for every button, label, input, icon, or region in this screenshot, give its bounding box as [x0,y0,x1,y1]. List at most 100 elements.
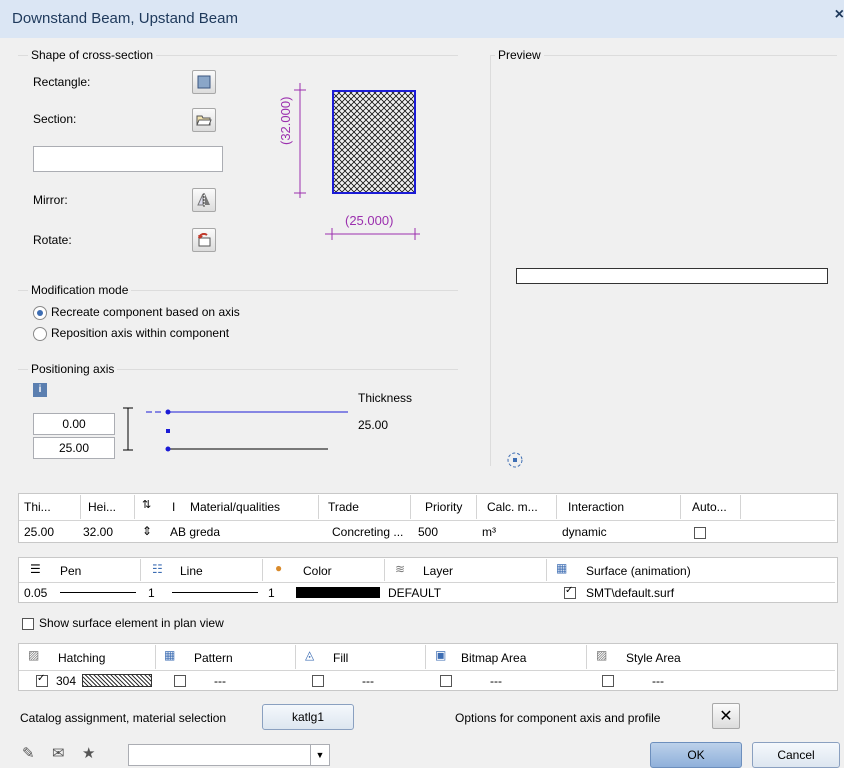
line-sample [172,592,258,593]
col-priority[interactable]: Priority [425,500,462,514]
surface-checkbox[interactable] [564,585,576,599]
fill-icon: ◬ [305,648,315,662]
col-thickness[interactable]: Thi... [24,500,51,514]
pen-line [60,592,136,593]
window-title: Downstand Beam, Upstand Beam [12,10,238,27]
catalog-button[interactable]: katlg1 [262,704,354,730]
axis-diagram [123,407,348,452]
col-pattern[interactable]: Pattern [194,651,233,665]
cell-style-area[interactable]: --- [652,674,664,688]
modification-group [18,290,458,351]
col-bitmap[interactable]: Bitmap Area [461,651,526,665]
cell-thickness[interactable]: 25.00 [24,525,54,539]
radio-recreate-label: Recreate component based on axis [51,305,240,319]
tools-icon: ✕ [719,708,733,725]
mirror-icon [197,193,210,207]
cell-surface[interactable]: SMT\default.surf [586,586,674,600]
options-button[interactable]: ✕ [712,703,740,729]
section-field[interactable] [33,146,223,172]
pattern-checkbox[interactable] [174,673,186,687]
col-interaction[interactable]: Interaction [568,500,624,514]
col-auto[interactable]: Auto... [692,500,727,514]
catalog-label: Catalog assignment, material selection [20,711,227,725]
axis-bottom-field[interactable]: 25.00 [33,437,115,459]
cell-bitmap[interactable]: --- [490,674,502,688]
rotate-icon [198,233,211,247]
mirror-button[interactable] [192,188,216,212]
options-label: Options for component axis and profile [455,711,661,725]
radio-reposition-label: Reposition axis within component [51,326,230,340]
col-pen[interactable]: Pen [60,564,81,578]
col-color[interactable]: Color [303,564,332,578]
col-trade[interactable]: Trade [328,500,359,514]
fill-checkbox[interactable] [312,673,324,687]
color-swatch [296,587,380,598]
cell-fill[interactable]: --- [362,674,374,688]
cell-pattern[interactable]: --- [214,674,226,688]
style-area-icon: ▨ [596,648,608,662]
cell-color[interactable]: 1 [268,586,275,600]
cell-interaction[interactable]: dynamic [562,525,607,539]
save-favorite-icon[interactable]: ★ [82,744,95,762]
info-icon[interactable]: i [33,383,47,397]
style-area-checkbox[interactable] [602,673,614,687]
hatching-checkbox[interactable] [36,673,48,687]
cancel-button[interactable]: Cancel [752,742,840,768]
col-style-area[interactable]: Style Area [626,651,681,665]
col-hatching[interactable]: Hatching [58,651,105,665]
section-open-button[interactable] [192,108,216,132]
col-surface[interactable]: Surface (animation) [586,564,691,578]
shape-legend: Shape of cross-section [28,48,157,62]
positioning-legend: Positioning axis [28,362,118,376]
cell-line[interactable]: 1 [148,586,155,600]
rectangle-label: Rectangle: [33,75,91,89]
show-surface-checkbox[interactable] [22,616,34,630]
cell-height[interactable]: 32.00 [83,525,113,539]
favorites-dropdown[interactable]: ▼ [128,744,330,766]
eyedropper-icon[interactable]: ✎ [22,744,35,762]
pattern-icon: ▦ [164,648,176,662]
col-material[interactable]: Material/qualities [190,500,280,514]
rectangle-button[interactable] [192,70,216,94]
cell-trade[interactable]: Concreting ... [332,525,403,539]
axis-pos-icon[interactable]: ⇕ [142,524,152,538]
close-icon[interactable]: × [835,6,844,24]
cell-priority[interactable]: 500 [418,525,438,539]
cell-hatching[interactable]: 304 [56,674,76,688]
cell-calc[interactable]: m³ [482,525,496,539]
cell-layer[interactable]: DEFAULT [388,586,441,600]
axis-top-field[interactable]: 0.00 [33,413,115,435]
chevron-down-icon[interactable]: ▼ [310,745,329,765]
cell-pen[interactable]: 0.05 [24,586,47,600]
ok-button[interactable]: OK [650,742,742,768]
preview-beam [516,268,828,284]
col-i[interactable]: I [172,500,175,514]
section-label: Section: [33,112,77,126]
radio-reposition[interactable] [33,327,47,341]
radio-recreate[interactable] [33,306,47,320]
axis-align-icon[interactable]: ⇅ [142,498,151,511]
show-surface-label: Show surface element in plan view [39,616,224,630]
mirror-label: Mirror: [33,193,68,207]
col-layer[interactable]: Layer [423,564,453,578]
section-hatch [332,90,416,194]
bitmap-checkbox[interactable] [440,673,452,687]
rotate-button[interactable] [192,228,216,252]
preview-center-icon[interactable] [505,450,525,470]
height-dimension: (32.000) [278,96,293,145]
surface-icon: ▦ [556,561,568,575]
col-line[interactable]: Line [180,564,203,578]
cell-material[interactable]: AB greda [170,525,220,539]
open-favorite-icon[interactable]: ✉ [52,744,65,762]
bitmap-icon: ▣ [435,648,447,662]
width-dimension: (25.000) [345,213,394,228]
line-icon: ☷ [152,562,163,576]
col-fill[interactable]: Fill [333,651,348,665]
col-height[interactable]: Hei... [88,500,116,514]
col-calc[interactable]: Calc. m... [487,500,538,514]
thickness-label: Thickness [358,391,413,405]
thickness-value: 25.00 [358,418,389,432]
layer-icon: ≋ [395,562,406,576]
auto-checkbox[interactable] [694,525,706,539]
modification-legend: Modification mode [28,283,132,297]
